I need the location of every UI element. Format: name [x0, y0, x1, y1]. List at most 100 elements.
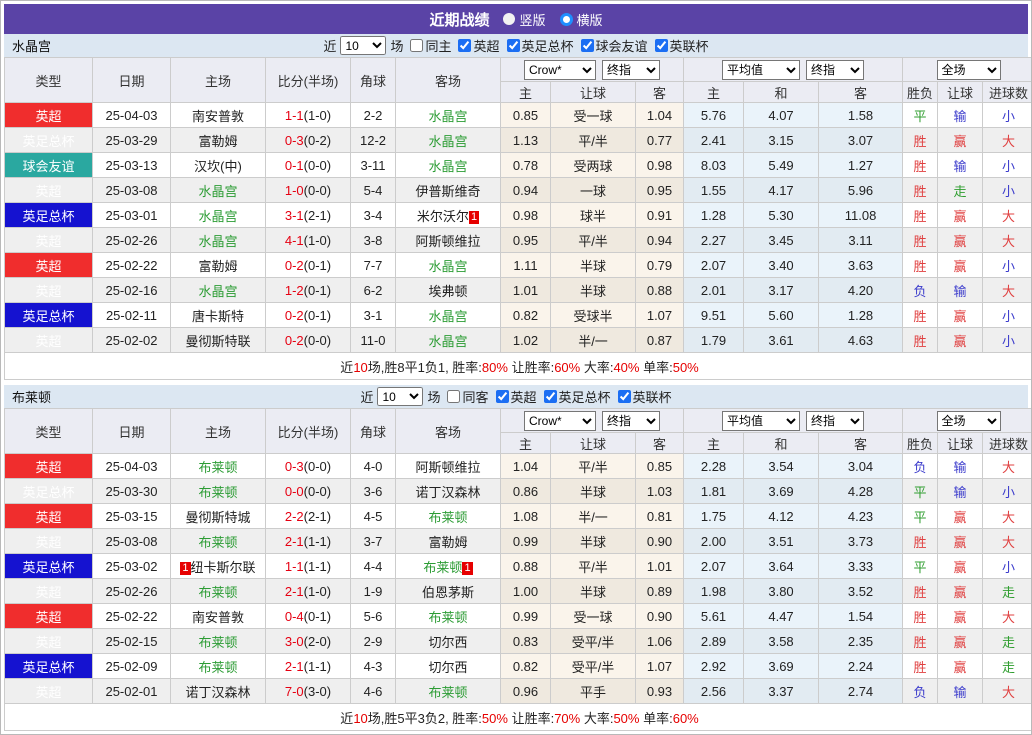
league-checkbox-0[interactable] [458, 39, 472, 52]
red-card-badge: 1 [468, 210, 480, 224]
result-handicap: 赢 [937, 578, 984, 604]
column-header: 主场 [170, 408, 266, 454]
match-date: 25-02-26 [92, 578, 171, 604]
table-row: 英超 25-04-03 布莱顿 0-3(0-0) 4-0 阿斯顿维拉 1.04 平/半 0.85… [4, 453, 1031, 479]
handicap: 一球 [550, 177, 636, 203]
match-count-select[interactable]: 10 [377, 387, 424, 406]
corner-count: 4-3 [350, 653, 396, 679]
league-checkbox-1[interactable] [506, 39, 520, 52]
result-outcome: 胜 [902, 177, 939, 203]
league-checkbox-label: 英超 [473, 39, 500, 54]
league-badge: 英超 [4, 528, 93, 554]
corner-count: 4-0 [350, 453, 396, 479]
home-team: 南安普敦 [170, 603, 266, 629]
odds-away: 1.07 [634, 653, 685, 679]
odds-home: 0.82 [500, 302, 551, 328]
avg-source-select[interactable]: 平均值 [722, 59, 801, 80]
handicap: 平/半 [550, 127, 636, 153]
home-team: 唐卡斯特 [170, 302, 266, 328]
league-checkbox-label: 英足总杯 [558, 390, 611, 405]
avg-source-select[interactable]: 平均值 [722, 410, 801, 431]
league-checkbox-1[interactable] [543, 390, 557, 403]
avg-group-header: 平均值 终指 [683, 408, 904, 433]
column-header: 日期 [92, 408, 171, 454]
handicap: 受一球 [550, 102, 636, 128]
odds-home: 0.99 [500, 528, 551, 554]
radio-checked-icon[interactable] [559, 12, 573, 26]
match-date: 25-03-08 [92, 528, 171, 554]
away-team: 诺丁汉森林 [395, 478, 501, 504]
result-goals: 走 [982, 653, 1031, 679]
filter-near-label: 近 [323, 39, 337, 54]
filter-bar: 布莱顿 近 10 场 同客 英超 英足总杯 英联杯 [4, 385, 1028, 408]
score: 1-2(0-1) [265, 277, 351, 303]
table-row: 英超 25-02-22 富勒姆 0-2(0-1) 7-7 水晶宫 1.11 半球 0.79 2.0… [4, 252, 1031, 278]
odds-group-header: Crow* 终指 [499, 57, 685, 82]
match-date: 25-02-11 [92, 302, 171, 328]
league-badge: 英超 [4, 603, 93, 629]
avg-home: 1.28 [683, 202, 745, 228]
odds-time-select[interactable]: 终指 [602, 59, 660, 80]
result-goals: 大 [982, 453, 1031, 479]
home-team: 曼彻斯特联 [170, 327, 266, 353]
odds-away: 0.81 [634, 503, 685, 529]
table-row: 英足总杯 25-02-11 唐卡斯特 0-2(0-1) 3-1 水晶宫 0.82 受球半 1.0… [4, 302, 1031, 328]
odds-source-select[interactable]: Crow* [524, 59, 596, 80]
league-checkbox-label: 英联杯 [632, 390, 672, 405]
away-team: 水晶宫 [395, 152, 501, 178]
result-outcome: 平 [902, 478, 939, 504]
away-team: 水晶宫 [395, 102, 501, 128]
result-outcome: 平 [902, 503, 939, 529]
result-outcome: 平 [902, 102, 939, 128]
radio-vertical-label: 竖版 [519, 12, 546, 28]
match-count-select[interactable]: 10 [340, 36, 387, 55]
result-handicap: 赢 [937, 503, 984, 529]
league-checkbox-2[interactable] [617, 390, 631, 403]
result-outcome: 负 [902, 453, 939, 479]
radio-unchecked-icon[interactable] [503, 13, 516, 25]
home-team: 布莱顿 [170, 653, 266, 679]
same-venue-checkbox[interactable] [447, 390, 461, 403]
avg-away: 2.35 [818, 628, 904, 654]
match-date: 25-03-30 [92, 478, 171, 504]
odds-away: 0.85 [634, 453, 685, 479]
odds-source-select[interactable]: Crow* [524, 410, 596, 431]
handicap: 平/半 [550, 227, 636, 253]
league-checkbox-2[interactable] [580, 39, 594, 52]
table-row: 英超 25-02-22 南安普敦 0-4(0-1) 5-6 布莱顿 0.99 受一球 0.90 5… [4, 603, 1031, 629]
radio-vertical-layout[interactable]: 竖版 [503, 10, 546, 29]
away-team: 水晶宫 [395, 252, 501, 278]
odds-away: 1.01 [634, 553, 685, 579]
same-venue-checkbox[interactable] [410, 39, 424, 52]
odds-away: 0.77 [634, 127, 685, 153]
match-date: 25-02-26 [92, 227, 171, 253]
league-checkbox-0[interactable] [495, 390, 509, 403]
scope-select[interactable]: 全场 [936, 59, 1001, 80]
result-handicap: 输 [937, 453, 984, 479]
odds-away: 0.88 [634, 277, 685, 303]
scope-select[interactable]: 全场 [936, 410, 1001, 431]
handicap: 球半 [550, 202, 636, 228]
corner-count: 3-6 [350, 478, 396, 504]
avg-home: 2.28 [683, 453, 745, 479]
handicap: 平手 [550, 678, 636, 704]
score: 2-1(1-1) [265, 528, 351, 554]
table-row: 英足总杯 25-03-30 布莱顿 0-0(0-0) 3-6 诺丁汉森林 0.86 半球 1.0… [4, 478, 1031, 504]
league-badge: 英超 [4, 678, 93, 704]
corner-count: 5-6 [350, 603, 396, 629]
radio-horizontal-layout[interactable]: 横版 [559, 10, 603, 29]
odds-home: 1.08 [500, 503, 551, 529]
avg-away: 3.73 [818, 528, 904, 554]
avg-home: 2.56 [683, 678, 745, 704]
red-card-badge: 1 [462, 561, 473, 575]
odds-home: 0.85 [500, 102, 551, 128]
league-checkbox-label: 英联杯 [669, 39, 709, 54]
league-checkbox-3[interactable] [654, 39, 668, 52]
avg-time-select[interactable]: 终指 [806, 410, 865, 431]
avg-draw: 4.12 [743, 503, 820, 529]
odds-time-select[interactable]: 终指 [602, 410, 660, 431]
handicap: 平/半 [550, 553, 636, 579]
home-team: 曼彻斯特城 [170, 503, 266, 529]
league-badge: 英超 [4, 628, 93, 654]
avg-time-select[interactable]: 终指 [806, 59, 865, 80]
